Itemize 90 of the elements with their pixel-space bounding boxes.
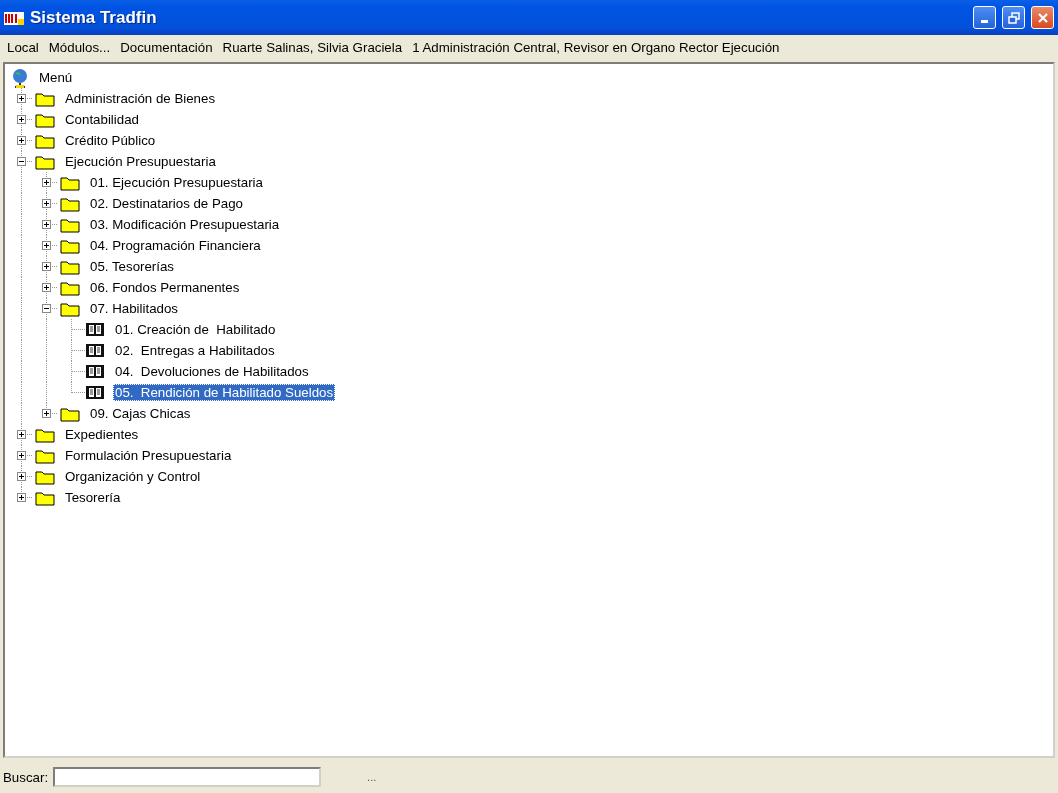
restore-button[interactable] [1002, 6, 1025, 29]
folder-icon [35, 447, 55, 464]
folder-icon [60, 237, 80, 254]
folder-icon [35, 489, 55, 506]
plus-icon [43, 410, 50, 417]
menu-item[interactable]: 1 Administración Central, Revisor en Organo Rector Ejecución [407, 39, 785, 55]
tree-expander[interactable] [17, 472, 26, 481]
folder-icon [60, 300, 80, 317]
tree-item[interactable]: 02. Destinatarios de Pago [88, 195, 245, 212]
menu-item[interactable]: Módulos... [43, 39, 116, 55]
tree-item[interactable]: 01. Creación de Habilitado [113, 321, 278, 338]
tree-item[interactable]: Contabilidad [63, 111, 141, 128]
folder-icon [35, 111, 55, 128]
plus-icon [18, 95, 25, 102]
tree-item[interactable]: 02. Entregas a Habilitados [113, 342, 277, 359]
book-icon [85, 322, 105, 337]
close-icon [1036, 11, 1049, 24]
menu-item[interactable]: Ruarte Salinas, Silvia Graciela [217, 39, 408, 55]
tree-item[interactable]: 05. Rendición de Habilitado Sueldos [113, 384, 336, 401]
folder-icon [35, 90, 55, 107]
tree-expander[interactable] [42, 409, 51, 418]
plus-icon [18, 116, 25, 123]
tree-expander[interactable] [17, 493, 26, 502]
folder-icon [60, 279, 80, 296]
tree-expander[interactable] [17, 115, 26, 124]
folder-icon [35, 468, 55, 485]
search-label: Buscar: [3, 769, 49, 785]
tree-expander[interactable] [42, 220, 51, 229]
tree-item[interactable]: Expedientes [63, 426, 141, 443]
plus-icon [18, 473, 25, 480]
folder-icon [60, 216, 80, 233]
tree-expander[interactable] [17, 157, 26, 166]
book-icon [85, 364, 105, 379]
folder-icon [35, 426, 55, 443]
tree-item[interactable]: 03. Modificación Presupuestaria [88, 216, 282, 233]
tree-item[interactable]: Organización y Control [63, 468, 203, 485]
tree-root[interactable]: Menú [37, 69, 75, 86]
search-field[interactable] [53, 767, 322, 787]
app-icon [4, 9, 24, 26]
plus-icon [43, 242, 50, 249]
tree-expander[interactable] [17, 451, 26, 460]
plus-icon [43, 284, 50, 291]
minimize-icon [981, 20, 988, 23]
globe-icon [11, 67, 29, 88]
tree-expander[interactable] [42, 241, 51, 250]
tree-expander[interactable] [42, 283, 51, 292]
tree-item[interactable]: Tesorería [63, 489, 123, 506]
book-icon [85, 343, 105, 358]
tree-expander[interactable] [42, 304, 51, 313]
plus-icon [18, 137, 25, 144]
plus-icon [43, 221, 50, 228]
folder-icon [60, 174, 80, 191]
restore-icon [1007, 11, 1020, 24]
tree-item[interactable]: 01. Ejecución Presupuestaria [88, 174, 265, 191]
plus-icon [43, 263, 50, 270]
plus-icon [43, 179, 50, 186]
plus-icon [18, 494, 25, 501]
minimize-button[interactable] [973, 6, 996, 29]
tree-item[interactable]: 06. Fondos Permanentes [88, 279, 242, 296]
window-title: Sistema Tradfin [30, 7, 158, 28]
tree-expander[interactable] [42, 178, 51, 187]
minus-icon [18, 158, 25, 165]
plus-icon [18, 431, 25, 438]
folder-icon [35, 132, 55, 149]
menu-item[interactable]: Documentación [115, 39, 218, 55]
folder-icon [60, 195, 80, 212]
folder-icon [35, 153, 55, 170]
tree-item[interactable]: 05. Tesorerías [88, 258, 176, 275]
menu-item[interactable]: Local [2, 39, 44, 55]
book-icon [85, 385, 105, 400]
tree-item[interactable]: Crédito Público [63, 132, 158, 149]
tree-item[interactable]: 07. Habilitados [88, 300, 180, 317]
folder-icon [60, 258, 80, 275]
tree-item[interactable]: Formulación Presupuestaria [63, 447, 234, 464]
close-button[interactable] [1031, 6, 1054, 29]
tree-expander[interactable] [42, 262, 51, 271]
tree-expander[interactable] [17, 430, 26, 439]
tree-expander[interactable] [17, 136, 26, 145]
tree-item[interactable]: Administración de Bienes [63, 90, 218, 107]
tree-expander[interactable] [17, 94, 26, 103]
tree-item[interactable]: 09. Cajas Chicas [88, 405, 193, 422]
tree-item[interactable]: Ejecución Presupuestaria [63, 153, 218, 170]
ellipsis-text: ... [367, 771, 377, 783]
minus-icon [43, 305, 50, 312]
folder-icon [60, 405, 80, 422]
plus-icon [43, 200, 50, 207]
tree-expander[interactable] [42, 199, 51, 208]
tree-item[interactable]: 04. Programación Financiera [88, 237, 263, 254]
plus-icon [18, 452, 25, 459]
tree-item[interactable]: 04. Devoluciones de Habilitados [113, 363, 311, 380]
